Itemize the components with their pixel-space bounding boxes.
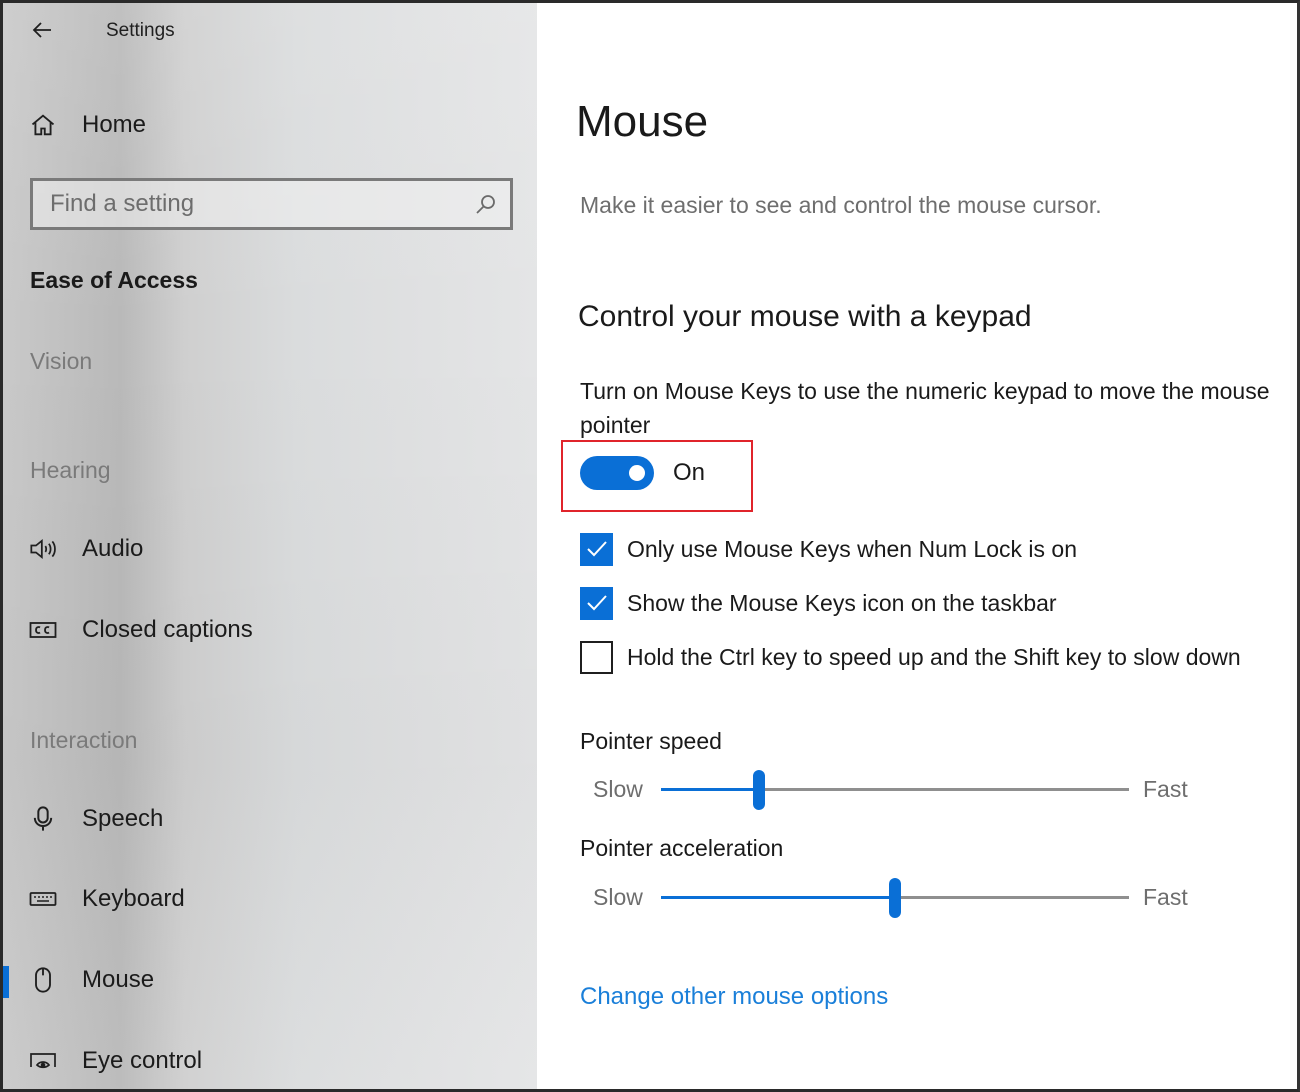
slider-thumb[interactable]: [753, 770, 766, 810]
toggle-state-label: On: [673, 459, 706, 486]
slider-thumb[interactable]: [889, 878, 901, 918]
sidebar-item-label: Closed captions: [82, 616, 253, 643]
slider-max-label: Fast: [1143, 776, 1188, 802]
microphone-icon: [28, 804, 58, 834]
group-title-hearing: Hearing: [30, 457, 111, 483]
sidebar-item-audio[interactable]: Audio: [3, 521, 537, 577]
section-heading: Control your mouse with a keypad: [578, 300, 1032, 333]
checkmark-icon: [586, 541, 607, 557]
checkbox-label: Hold the Ctrl key to speed up and the Sh…: [627, 643, 1241, 670]
mouse-keys-description: Turn on Mouse Keys to use the numeric ke…: [580, 378, 1270, 438]
search-icon[interactable]: [474, 193, 498, 217]
sidebar-item-label: Speech: [82, 805, 164, 832]
pointer-acceleration-slider-row: Slow Fast: [593, 877, 1193, 918]
sidebar-item-keyboard[interactable]: Keyboard: [3, 871, 537, 927]
sidebar: Settings Home Ease of Access Vision Hear…: [3, 3, 537, 1089]
checkbox[interactable]: [580, 586, 613, 620]
change-other-mouse-options-link[interactable]: Change other mouse options: [580, 983, 888, 1011]
sidebar-item-label: Audio: [82, 535, 144, 562]
sidebar-item-eye-control[interactable]: Eye control: [3, 1033, 537, 1089]
slider-fill: [661, 896, 895, 899]
toggle-knob: [629, 465, 645, 481]
home-icon: [28, 110, 58, 140]
slider-fill: [661, 788, 760, 791]
pointer-acceleration-slider[interactable]: [661, 878, 1129, 918]
keyboard-icon: [28, 884, 58, 914]
group-title-interaction: Interaction: [30, 727, 138, 753]
speaker-icon: [28, 534, 58, 564]
slider-max-label: Fast: [1143, 884, 1188, 910]
checkbox-ctrl-shift[interactable]: Hold the Ctrl key to speed up and the Sh…: [580, 639, 1241, 675]
mouse-keys-toggle[interactable]: [580, 456, 654, 490]
mouse-icon: [28, 965, 58, 995]
sidebar-item-home[interactable]: Home: [3, 97, 537, 153]
pointer-speed-slider-row: Slow Fast: [593, 769, 1193, 810]
pointer-acceleration-label: Pointer acceleration: [580, 835, 784, 861]
section-title: Ease of Access: [30, 267, 198, 293]
sidebar-item-mouse[interactable]: Mouse: [3, 952, 537, 1008]
app-title: Settings: [106, 20, 175, 41]
checkbox-taskbar-icon[interactable]: Show the Mouse Keys icon on the taskbar: [580, 585, 1057, 621]
search-input[interactable]: [33, 181, 453, 227]
checkbox-label: Show the Mouse Keys icon on the taskbar: [627, 589, 1057, 616]
checkbox-num-lock[interactable]: Only use Mouse Keys when Num Lock is on: [580, 531, 1077, 567]
checkbox[interactable]: [580, 640, 613, 674]
pointer-speed-label: Pointer speed: [580, 728, 722, 754]
settings-window: Settings Home Ease of Access Vision Hear…: [0, 0, 1300, 1092]
main-content: Mouse Make it easier to see and control …: [537, 3, 1297, 1089]
sidebar-item-speech[interactable]: Speech: [3, 791, 537, 847]
active-indicator: [3, 966, 9, 998]
closed-captions-icon: [28, 615, 58, 645]
checkbox[interactable]: [580, 532, 613, 566]
sidebar-item-label: Eye control: [82, 1047, 203, 1074]
sidebar-item-label: Home: [82, 111, 147, 138]
back-button[interactable]: [25, 13, 59, 47]
checkmark-icon: [586, 595, 607, 611]
checkbox-label: Only use Mouse Keys when Num Lock is on: [627, 535, 1077, 562]
back-arrow-icon: [32, 22, 51, 38]
search-box[interactable]: [30, 178, 513, 230]
slider-min-label: Slow: [593, 776, 643, 802]
slider-min-label: Slow: [593, 884, 643, 910]
sidebar-item-closed-captions[interactable]: Closed captions: [3, 602, 537, 658]
group-title-vision: Vision: [30, 348, 93, 374]
eye-control-icon: [28, 1046, 58, 1076]
page-title: Mouse: [576, 97, 709, 146]
pointer-speed-slider[interactable]: [661, 770, 1129, 810]
title-bar: Settings: [3, 3, 537, 59]
sidebar-item-label: Keyboard: [82, 885, 185, 912]
page-description: Make it easier to see and control the mo…: [580, 192, 1102, 218]
sidebar-item-label: Mouse: [82, 966, 155, 993]
